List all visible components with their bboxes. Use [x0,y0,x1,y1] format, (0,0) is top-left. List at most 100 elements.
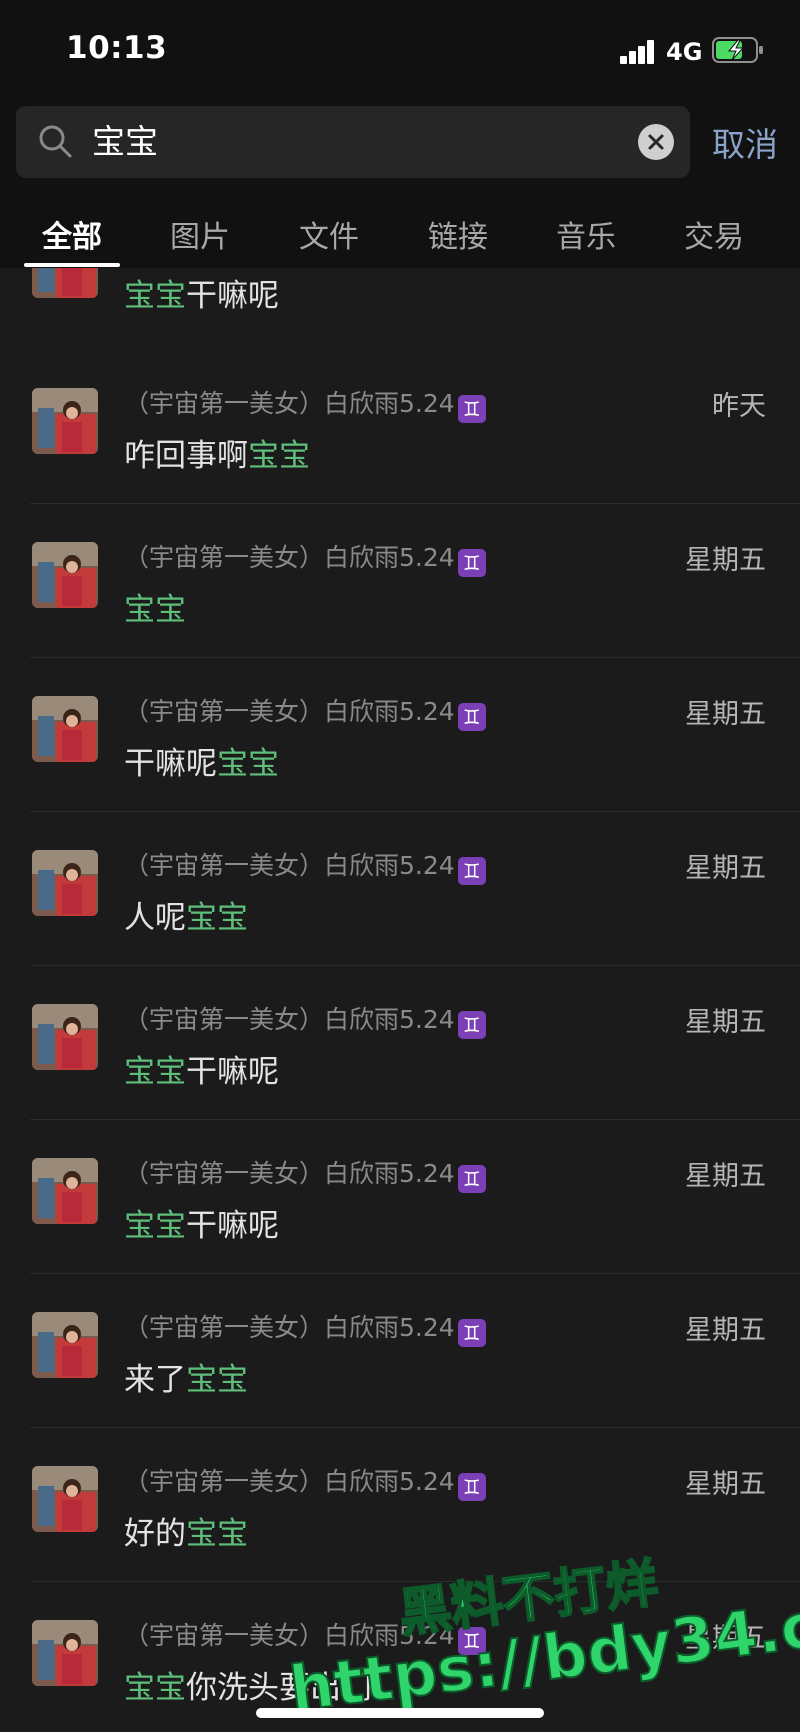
message-date: 星期五 [685,1007,766,1038]
sender-name: （宇宙第一美女）白欣雨5.24 ♊ [124,846,486,885]
message-text: 宝宝 [124,584,186,629]
sender-name: （宇宙第一美女）白欣雨5.24 ♊ [124,692,486,731]
highlighted-keyword: 宝宝 [186,1516,248,1552]
message-fragment: 干嘛呢 [186,1208,279,1244]
tab-music[interactable]: 音乐 [541,212,631,256]
sender-name-text: （宇宙第一美女）白欣雨5.24 [124,697,455,726]
highlighted-keyword: 宝宝 [124,278,186,314]
result-item[interactable]: （宇宙第一美女）白欣雨5.24 ♊ 星期五来了宝宝 [0,1274,800,1428]
gemini-icon: ♊ [457,1165,486,1193]
sender-name: （宇宙第一美女）白欣雨5.24 ♊ [124,1462,486,1501]
highlighted-keyword: 宝宝 [124,1054,186,1090]
message-fragment: 好的 [124,1516,186,1552]
sender-name: （宇宙第一美女）白欣雨5.24 ♊ [124,538,486,577]
cancel-button[interactable]: 取消 [712,118,778,166]
message-text: 咋回事啊宝宝 [124,430,310,475]
avatar-image [32,542,98,608]
highlighted-keyword: 宝宝 [248,438,310,474]
highlighted-keyword: 宝宝 [124,592,186,628]
result-item[interactable]: （宇宙第一美女）白欣雨5.24 ♊ 星期五宝宝 [0,504,800,658]
highlighted-keyword: 宝宝 [186,1362,248,1398]
sender-name-text: （宇宙第一美女）白欣雨5.24 [124,1159,455,1188]
sender-name: （宇宙第一美女）白欣雨5.24 ♊ [124,1000,486,1039]
highlighted-keyword: 宝宝 [217,746,279,782]
search-results-list: 宝宝干嘛呢 （宇宙第一美女）白欣雨5.24 ♊ 昨天 咋回事啊宝宝 （宇宙第一美女）白欣… [0,268,800,1732]
message-text: 干嘛呢宝宝 [124,738,279,783]
result-item[interactable]: （宇宙第一美女）白欣雨5.24 ♊ 星期五宝宝干嘛呢 [0,1120,800,1274]
highlighted-keyword: 宝宝 [124,1670,186,1706]
avatar [32,1620,98,1686]
avatar-image [32,850,98,916]
message-fragment: 人呢 [124,900,186,936]
close-icon [648,134,664,150]
search-box[interactable] [16,106,690,178]
message-text: 好的宝宝 [124,1508,248,1553]
signal-strength-icon [620,40,656,64]
result-item[interactable]: （宇宙第一美女）白欣雨5.24 ♊ 星期五好的宝宝 [0,1428,800,1582]
tab-images[interactable]: 图片 [155,212,245,256]
result-item[interactable]: （宇宙第一美女）白欣雨5.24 ♊ 星期五干嘛呢宝宝 [0,658,800,812]
avatar [32,1312,98,1378]
message-fragment: 咋回事啊 [124,438,248,474]
sender-name-text: （宇宙第一美女）白欣雨5.24 [124,1467,455,1496]
avatar-image [32,1620,98,1686]
message-date: 星期五 [685,1315,766,1346]
avatar [32,1466,98,1532]
avatar [32,388,98,454]
message-date: 星期五 [685,853,766,884]
message-text: 人呢宝宝 [124,892,248,937]
wechat-chat-search-screen: 10:13 4G 宝宝 取消 全部 图片 文件 链接 音乐 交易 宝宝干嘛呢 （… [0,0,800,1732]
avatar-image [32,696,98,762]
tab-links[interactable]: 链接 [413,212,503,256]
avatar [32,268,98,298]
network-type-label: 4G [666,38,703,66]
result-item[interactable]: （宇宙第一美女）白欣雨5.24 ♊ 星期五宝宝干嘛呢 [0,966,800,1120]
sender-name-text: （宇宙第一美女）白欣雨5.24 [124,851,455,880]
avatar-image [32,1466,98,1532]
clear-search-button[interactable] [638,124,674,160]
search-icon [39,125,72,158]
avatar-image [32,388,98,454]
avatar [32,696,98,762]
message-date: 星期五 [685,1469,766,1500]
result-item[interactable]: （宇宙第一美女）白欣雨5.24 ♊ 昨天 咋回事啊宝宝 [0,350,800,504]
avatar [32,1004,98,1070]
message-text: 宝宝干嘛呢 [124,1046,279,1091]
battery-charging-icon [712,37,763,63]
result-item-partial[interactable]: 宝宝干嘛呢 [0,268,800,350]
avatar [32,1158,98,1224]
message-fragment: 干嘛呢 [186,278,279,314]
message-text: 宝宝干嘛呢 [124,270,279,315]
gemini-icon: ♊ [457,1473,486,1501]
message-date: 星期五 [685,699,766,730]
sender-name: （宇宙第一美女）白欣雨5.24 ♊ [124,1308,486,1347]
active-tab-indicator [24,263,120,267]
message-text: 来了宝宝 [124,1354,248,1399]
message-date: 星期五 [685,545,766,576]
gemini-icon: ♊ [457,857,486,885]
result-item[interactable]: （宇宙第一美女）白欣雨5.24 ♊ 星期五人呢宝宝 [0,812,800,966]
sender-name-text: （宇宙第一美女）白欣雨5.24 [124,1621,455,1650]
avatar-image [32,268,98,298]
sender-name: （宇宙第一美女）白欣雨5.24 ♊ [124,1616,486,1655]
gemini-icon: ♊ [457,703,486,731]
sender-name-text: （宇宙第一美女）白欣雨5.24 [124,1005,455,1034]
search-header: 取消 [0,100,800,196]
home-indicator[interactable] [256,1708,544,1718]
sender-name-text: （宇宙第一美女）白欣雨5.24 [124,1313,455,1342]
message-date: 星期五 [685,1623,766,1654]
gemini-icon: ♊ [457,395,486,423]
message-fragment: 干嘛呢 [124,746,217,782]
message-text: 宝宝干嘛呢 [124,1200,279,1245]
tab-all[interactable]: 全部 [27,212,117,256]
sender-name: （宇宙第一美女）白欣雨5.24 ♊ [124,384,486,423]
highlighted-keyword: 宝宝 [186,900,248,936]
message-text: 宝宝你洗头要出门 [124,1662,372,1707]
message-date: 星期五 [685,1161,766,1192]
search-input[interactable] [92,116,612,168]
filter-tabs: 全部 图片 文件 链接 音乐 交易 [0,196,800,268]
sender-name-text: （宇宙第一美女）白欣雨5.24 [124,543,455,572]
status-bar: 10:13 4G [0,0,800,100]
tab-files[interactable]: 文件 [284,212,374,256]
tab-transactions[interactable]: 交易 [669,212,759,256]
